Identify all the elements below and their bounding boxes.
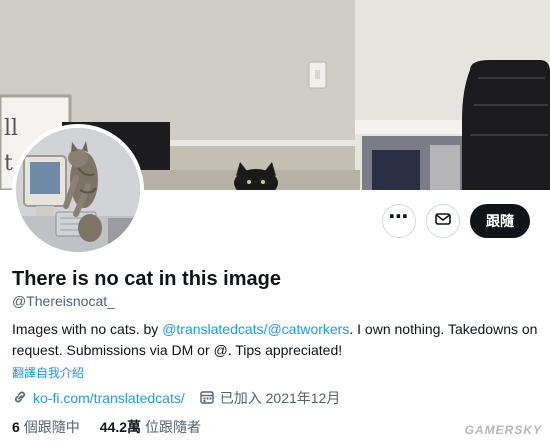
svg-text:t: t [4,151,13,176]
profile-name: There is no cat in this image [12,268,281,290]
followers-label: 位跟隨者 [145,419,202,435]
joined-date: 已加入 2021年12月 [219,390,341,406]
translate-bio-link[interactable]: 翻譯自我介紹 [12,364,84,381]
link-icon [12,389,33,408]
bio-text-prefix: Images with no cats. by [12,321,163,337]
profile-bio: Images with no cats. by @translatedcats/… [12,319,542,361]
website-link[interactable]: ko-fi.com/translatedcats/ [33,390,185,406]
followers-count: 44.2萬 [99,419,142,435]
profile-actions: ⋯ 跟隨 [382,204,530,238]
profile-stats: 6 個跟隨中 44.2萬 位跟隨者 [12,417,221,437]
follow-button[interactable]: 跟隨 [470,204,530,238]
more-button[interactable]: ⋯ [382,204,416,238]
profile-handle: @Thereisnocat_ [12,293,115,309]
followers-stat[interactable]: 44.2萬 位跟隨者 [100,417,201,437]
following-stat[interactable]: 6 個跟隨中 [12,417,80,437]
message-button[interactable] [426,204,460,238]
svg-text:ll: ll [4,116,18,141]
watermark: GAMERSKY [464,423,542,437]
following-label: 個跟隨中 [23,419,80,435]
calendar-icon [199,389,220,408]
bio-mention-catworkers[interactable]: @catworkers [267,321,349,337]
following-count: 6 [12,419,20,435]
website-item: ko-fi.com/translatedcats/ [12,389,185,408]
profile-meta: ko-fi.com/translatedcats/ 已加入 2021年12月 [12,388,354,408]
mail-icon [434,210,452,233]
bio-mention-translatedcats[interactable]: @translatedcats [162,321,263,337]
more-icon: ⋯ [388,206,410,228]
profile-avatar[interactable] [12,124,144,256]
joined-item: 已加入 2021年12月 [199,388,341,408]
